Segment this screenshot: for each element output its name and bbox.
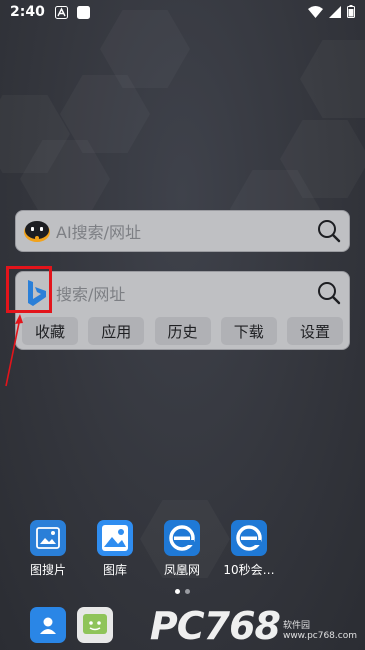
quick-link-downloads[interactable]: 下载 xyxy=(220,317,277,345)
app-label: 凤凰网 xyxy=(163,563,200,577)
search-icon[interactable] xyxy=(309,211,349,251)
app-10s[interactable]: 10秒会… xyxy=(217,520,281,578)
signal-icon xyxy=(329,5,341,22)
app-label: 图库 xyxy=(102,563,127,577)
gallery-icon xyxy=(97,520,133,556)
watermark-brand: PC768 xyxy=(149,604,281,648)
status-bar: 2:40 xyxy=(0,0,365,24)
quick-link-history[interactable]: 历史 xyxy=(154,317,211,345)
status-time: 2:40 xyxy=(10,4,45,20)
search-icon[interactable] xyxy=(309,273,349,313)
quick-link-settings[interactable]: 设置 xyxy=(287,317,343,345)
dock-messages[interactable] xyxy=(63,607,127,643)
ai-robot-icon xyxy=(20,214,54,248)
app-ifeng[interactable]: 凤凰网 xyxy=(150,520,214,578)
app-gallery[interactable]: 图库 xyxy=(83,520,147,578)
page-dot xyxy=(185,589,190,594)
annotation-arrow-icon xyxy=(5,314,23,387)
quick-links-row: 收藏 应用 历史 下载 设置 xyxy=(16,317,349,345)
ai-search-bar[interactable]: AI搜索/网址 xyxy=(15,210,350,252)
browser-search-widget: 搜索/网址 收藏 应用 历史 下载 设置 xyxy=(15,271,350,350)
quick-link-apps[interactable]: 应用 xyxy=(88,317,145,345)
watermark-url: www.pc768.com xyxy=(282,631,357,641)
battery-icon xyxy=(347,5,355,22)
ai-search-placeholder[interactable]: AI搜索/网址 xyxy=(54,219,309,243)
quick-link-favorites[interactable]: 收藏 xyxy=(22,317,78,345)
page-indicator xyxy=(175,589,190,594)
browser-e-icon xyxy=(164,520,200,556)
annotation-highlight-box xyxy=(6,266,52,313)
browser-e-icon xyxy=(231,520,267,556)
notification-a-icon xyxy=(55,5,69,19)
bing-search-bar[interactable]: 搜索/网址 xyxy=(16,272,349,314)
page-dot-active xyxy=(175,589,180,594)
app-label: 10秒会… xyxy=(223,563,275,577)
wifi-icon xyxy=(308,5,323,22)
bing-search-placeholder[interactable]: 搜索/网址 xyxy=(54,281,309,305)
watermark-logo: PC768 软件园 www.pc768.com xyxy=(150,607,357,645)
messages-icon xyxy=(77,607,113,643)
contacts-icon xyxy=(30,607,66,643)
app-image-search[interactable]: 图搜片 xyxy=(16,520,80,578)
watermark-sub: 软件园 xyxy=(282,621,310,631)
app-label: 图搜片 xyxy=(29,563,66,577)
notification-square-icon xyxy=(77,5,91,19)
image-search-icon xyxy=(30,520,66,556)
